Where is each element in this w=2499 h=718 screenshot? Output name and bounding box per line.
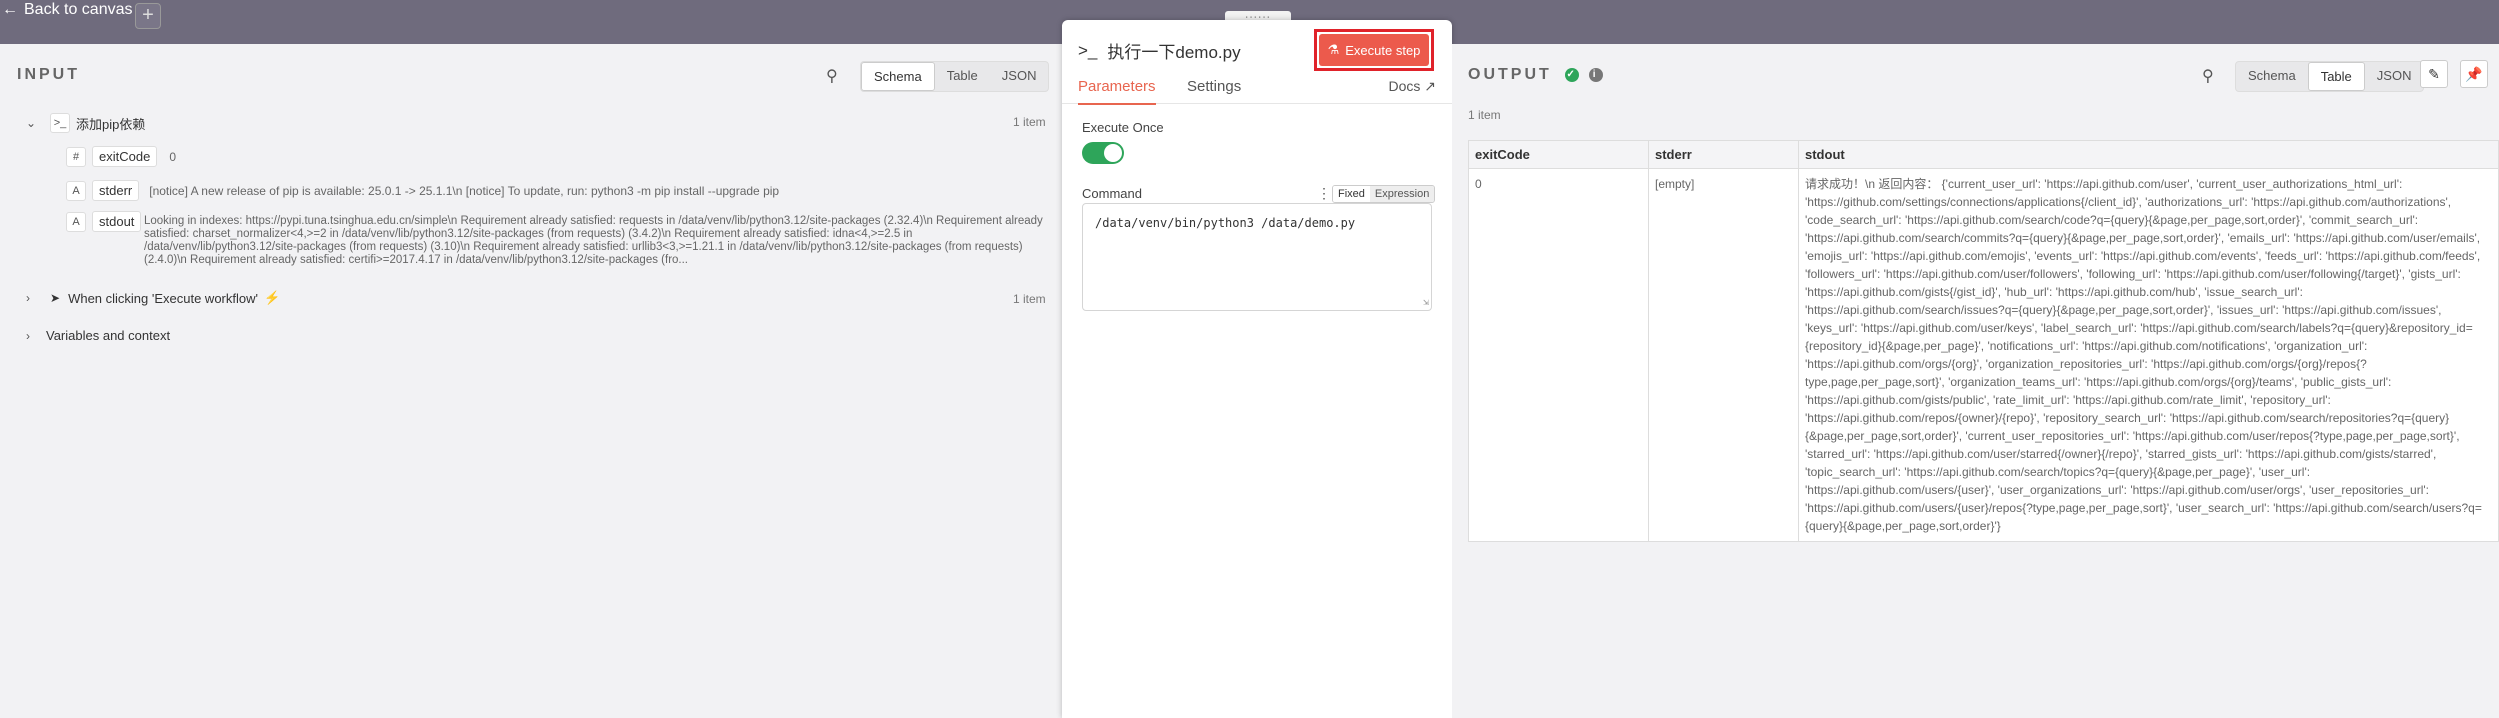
mode-fixed[interactable]: Fixed [1333,186,1370,202]
search-icon[interactable]: ⚲ [2202,66,2214,86]
info-icon[interactable]: i [1588,67,1603,82]
more-options-icon[interactable]: ⋮ [1317,185,1331,202]
chevron-right-icon[interactable]: › [26,329,40,343]
field-value: 0 [169,149,176,164]
field-key[interactable]: stderr [92,180,140,201]
output-table: exitCode stderr stdout 0 [empty] 请求成功！\n… [1468,140,2499,542]
vars-label: Variables and context [46,328,171,343]
external-link-icon: ↗ [1424,78,1436,94]
command-input[interactable]: /data/venv/bin/python3 /data/demo.py ⇲ [1082,203,1432,311]
table-row: 0 [empty] 请求成功！\n 返回内容： {'current_user_u… [1468,168,2499,542]
toggle-knob [1104,144,1122,162]
field-row: A stdout [66,211,142,232]
field-value: [notice] A new release of pip is availab… [149,183,780,198]
execute-once-label: Execute Once [1082,120,1164,135]
execute-once-toggle[interactable] [1082,142,1124,164]
tab-json[interactable]: JSON [2365,62,2424,91]
tree-root-row[interactable]: ⌄ >_ 添加pip依赖 [26,113,145,133]
pin-icon[interactable]: 📌 [2460,60,2488,88]
cell-stderr: [empty] [1648,168,1799,542]
column-header: stderr [1648,140,1799,169]
command-label: Command [1082,186,1142,201]
string-type-icon: A [66,180,86,201]
execute-label: Execute step [1345,42,1421,58]
field-row: A stderr [notice] A new release of pip i… [66,180,779,201]
terminal-icon: >_ [1078,40,1098,60]
flask-icon: ⚗ [1327,42,1340,57]
column-header: exitCode [1468,140,1649,169]
lightning-icon: ⚡ [263,290,281,305]
tab-table[interactable]: Table [935,62,990,91]
root-item-count: 1 item [1013,115,1046,129]
node-title-text: 执行一下demo.py [1107,43,1241,62]
output-panel: OUTPUT ✓ i 1 item ⚲ Schema Table JSON ✎ … [1452,44,2499,718]
pointer-icon: ➤ [50,291,61,305]
tab-settings[interactable]: Settings [1187,78,1241,103]
cell-exitcode: 0 [1468,168,1649,542]
stdout-value: Looking in indexes: https://pypi.tuna.ts… [144,215,1043,266]
tab-table[interactable]: Table [2307,62,2365,91]
terminal-icon: >_ [50,113,70,133]
string-type-icon: A [66,211,86,232]
value-mode-toggle: Fixed Expression [1332,185,1436,203]
input-panel: INPUT ⚲ Schema Table JSON ⌄ >_ 添加pip依赖 1… [0,44,1062,718]
arrow-left-icon: ← [2,1,18,18]
back-to-canvas-link[interactable]: ← Back to canvas [2,1,133,19]
mode-expression[interactable]: Expression [1369,186,1435,202]
add-button[interactable]: + [135,3,161,29]
output-view-toggle: Schema Table JSON [2235,61,2425,92]
resize-grip-icon[interactable]: ⇲ [1423,297,1429,308]
chevron-down-icon[interactable]: ⌄ [26,116,40,130]
column-header: stdout [1798,140,2499,169]
trigger-label: When clicking 'Execute workflow' [68,290,258,306]
docs-label: Docs [1388,78,1421,94]
tab-schema[interactable]: Schema [2236,62,2308,91]
chevron-right-icon[interactable]: › [26,291,40,305]
cell-stdout: 请求成功！\n 返回内容： {'current_user_url': 'http… [1798,168,2499,542]
node-title: >_ 执行一下demo.py [1078,38,1241,63]
output-item-count: 1 item [1468,108,1501,122]
tab-parameters[interactable]: Parameters [1078,78,1156,105]
output-title: OUTPUT ✓ i [1468,66,1603,84]
node-settings-panel: >_ 执行一下demo.py ⚗ Execute step Parameters… [1062,20,1452,718]
output-title-text: OUTPUT [1468,66,1552,83]
edit-pencil-icon[interactable]: ✎ [2420,60,2448,88]
docs-link[interactable]: Docs ↗ [1388,78,1436,95]
input-title: INPUT [17,66,80,83]
tab-schema[interactable]: Schema [861,62,935,91]
input-view-toggle: Schema Table JSON [860,61,1050,92]
field-key[interactable]: exitCode [92,146,158,167]
trigger-item-count: 1 item [1013,292,1046,306]
back-label: Back to canvas [24,1,133,18]
number-type-icon: # [66,146,86,167]
node-tabs: Parameters Settings Docs ↗ [1062,78,1452,105]
execute-step-button[interactable]: ⚗ Execute step [1319,34,1429,66]
table-header-row: exitCode stderr stdout [1468,140,2499,169]
tree-root-label: 添加pip依赖 [76,116,146,132]
success-check-icon: ✓ [1565,67,1580,82]
tree-vars-row[interactable]: › Variables and context [26,328,170,343]
field-key[interactable]: stdout [92,211,142,232]
command-value: /data/venv/bin/python3 /data/demo.py [1095,216,1356,230]
tree-trigger-row[interactable]: › ➤ When clicking 'Execute workflow' ⚡ [26,290,280,306]
tab-json[interactable]: JSON [990,62,1049,91]
field-row: # exitCode 0 [66,146,176,167]
search-icon[interactable]: ⚲ [826,66,838,86]
